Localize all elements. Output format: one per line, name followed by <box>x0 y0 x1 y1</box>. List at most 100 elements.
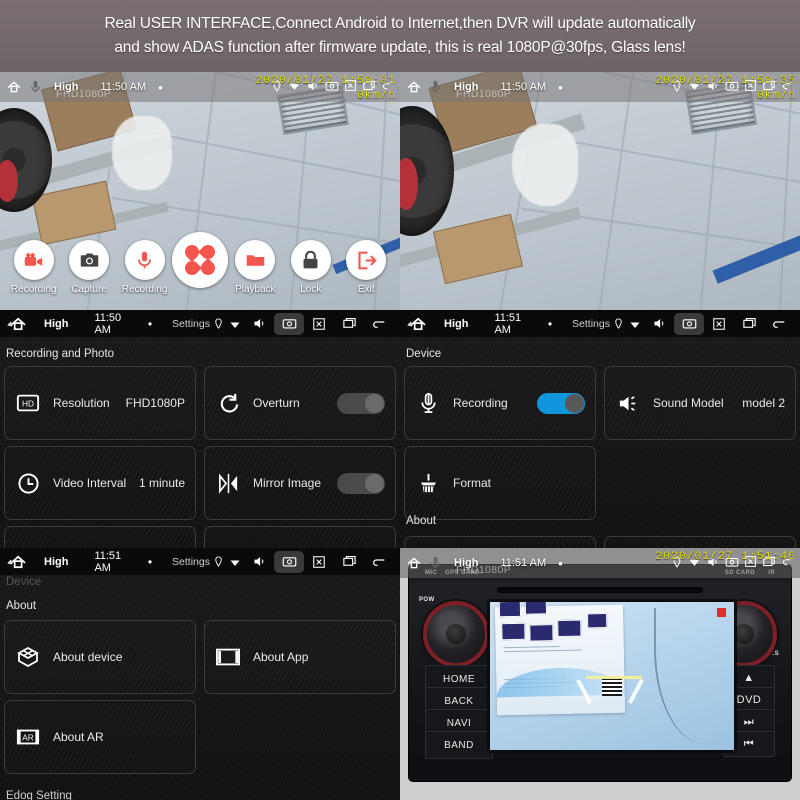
playback-circle[interactable] <box>235 240 276 280</box>
home-icon[interactable] <box>406 555 422 571</box>
panel-top-left-live-view: High 11:50 AM • FHD1080P 2020/01/27 1:50… <box>0 72 400 310</box>
toggle-overturn[interactable] <box>337 392 385 414</box>
card-value: 1 minute <box>138 476 185 490</box>
brochure-text-line <box>503 646 560 649</box>
box-icon <box>15 644 41 670</box>
card-about-app-partial[interactable] <box>604 536 796 548</box>
button-exit[interactable]: Exit <box>340 240 392 295</box>
button-recording-video[interactable]: Recording <box>8 240 60 295</box>
brochure-thumb <box>587 613 608 629</box>
card-format[interactable]: Format <box>404 446 596 520</box>
card-about-device[interactable]: About device <box>4 620 196 694</box>
close-icon[interactable] <box>304 551 334 573</box>
panel-mid-right-settings: High 11:51 AM • Settings Device Recordin… <box>400 310 800 548</box>
head-unit-chassis: MIC GPS CARD SD CARD IR POW VOL RES HOME… <box>408 564 792 782</box>
card-edog-backplay[interactable]: Edog BackPlay <box>204 526 396 548</box>
card-mirror-image[interactable]: Mirror Image <box>204 446 396 520</box>
broom-icon <box>415 470 441 496</box>
mic-icon <box>428 79 444 95</box>
back-icon[interactable] <box>364 551 394 573</box>
home-back-icon[interactable] <box>6 552 32 572</box>
back-icon[interactable] <box>764 313 794 335</box>
volume-icon[interactable] <box>244 313 274 335</box>
button-main-menu[interactable] <box>171 232 228 292</box>
toggle-mirror-image[interactable] <box>337 472 385 494</box>
card-about-device-partial[interactable] <box>404 536 596 548</box>
button-recording-audio[interactable]: Recording <box>119 240 171 295</box>
home-icon[interactable] <box>6 79 22 95</box>
qr-code <box>602 676 622 696</box>
main-menu-circle[interactable] <box>171 232 228 288</box>
camera-icon[interactable] <box>674 312 704 335</box>
location-pin-icon <box>210 551 226 573</box>
card-sound-model[interactable]: Sound Model model 2 <box>604 366 796 440</box>
mirror-icon <box>215 470 241 496</box>
card-resolution[interactable]: HD Resolution FHD1080P <box>4 366 196 440</box>
recording-audio-circle[interactable] <box>124 240 165 280</box>
promo-banner: Real USER INTERFACE,Connect Android to I… <box>0 0 800 72</box>
wifi-icon <box>226 313 244 335</box>
plastic-bag <box>512 124 578 206</box>
quality-label: High <box>444 317 469 330</box>
settings-screen: High 11:51 AM • Settings Device Recordin… <box>400 310 800 548</box>
recents-icon[interactable] <box>334 551 364 573</box>
button-capture[interactable]: Capture <box>63 240 115 295</box>
status-dot: • <box>547 316 553 331</box>
recents-icon[interactable] <box>334 313 364 335</box>
home-back-icon[interactable] <box>6 314 32 334</box>
button-label: Lock <box>300 284 322 295</box>
capture-circle[interactable] <box>69 240 110 280</box>
card-video-interval[interactable]: Video Interval 1 minute <box>4 446 196 520</box>
osd-overlay: 2020/01/27 1:50:35 0km/h <box>656 75 796 103</box>
brochure-thumb <box>529 624 554 642</box>
wifi-icon <box>226 551 244 573</box>
recording-video-circle[interactable] <box>13 240 54 280</box>
panel-bottom-right-head-unit: MIC GPS CARD SD CARD IR POW VOL RES HOME… <box>400 548 800 800</box>
head-unit-photo: MIC GPS CARD SD CARD IR POW VOL RES HOME… <box>400 548 800 800</box>
home-icon[interactable] <box>406 79 422 95</box>
settings-screen: High 11:51 AM • Settings Device About Ab… <box>0 548 400 800</box>
brochure-text-line <box>503 649 582 653</box>
clover-menu-icon <box>182 242 218 278</box>
ar-filmstrip-icon: AR <box>15 724 41 750</box>
card-recording[interactable]: Recording <box>404 366 596 440</box>
lock-circle[interactable] <box>290 240 331 280</box>
osd-datetime: 2020/01/27 1:50:35 <box>655 75 796 87</box>
card-label: About device <box>53 650 123 664</box>
osd-speed: 0km/h <box>356 90 396 102</box>
osd-overlay: 2020/01/27 1:50:01 0km/h <box>256 75 396 103</box>
camera-icon[interactable] <box>274 550 304 573</box>
volume-icon[interactable] <box>244 551 274 573</box>
home-back-icon[interactable] <box>406 314 432 334</box>
card-adas-backplay[interactable]: ADAS BackPlay <box>4 526 196 548</box>
card-label: Recording <box>453 396 508 410</box>
volume-knob[interactable] <box>423 601 489 667</box>
button-playback[interactable]: Playback <box>229 240 281 295</box>
back-icon[interactable] <box>364 313 394 335</box>
disc-slot <box>497 587 703 593</box>
resolution-watermark: FHD1080P <box>456 88 512 100</box>
exit-circle[interactable] <box>346 240 387 280</box>
quality-label: High <box>44 555 69 568</box>
card-overturn[interactable]: Overturn <box>204 366 396 440</box>
card-about-app[interactable]: About App <box>204 620 396 694</box>
button-lock[interactable]: Lock <box>285 240 337 295</box>
close-icon[interactable] <box>304 313 334 335</box>
section-header-about: About <box>6 600 37 612</box>
card-placeholder <box>604 446 796 518</box>
page-title: Settings <box>572 317 610 330</box>
head-unit-screen[interactable] <box>487 599 737 753</box>
settings-card-grid: HD Resolution FHD1080P Overturn Video In… <box>4 366 396 548</box>
recents-icon[interactable] <box>734 313 764 335</box>
osd-datetime: 2020/01/27 1:51:46 <box>655 551 796 563</box>
volume-icon[interactable] <box>644 313 674 335</box>
camera-icon[interactable] <box>274 312 304 335</box>
exit-icon <box>358 251 377 269</box>
toggle-recording[interactable] <box>537 392 585 414</box>
android-nav-bar: High 11:51 AM • Settings <box>400 310 800 337</box>
android-nav-bar: High 11:50 AM • Settings <box>0 310 400 337</box>
card-about-ar[interactable]: AR About AR <box>4 700 196 774</box>
close-icon[interactable] <box>704 313 734 335</box>
button-band[interactable]: BAND <box>425 731 493 759</box>
status-dot: • <box>558 555 563 571</box>
